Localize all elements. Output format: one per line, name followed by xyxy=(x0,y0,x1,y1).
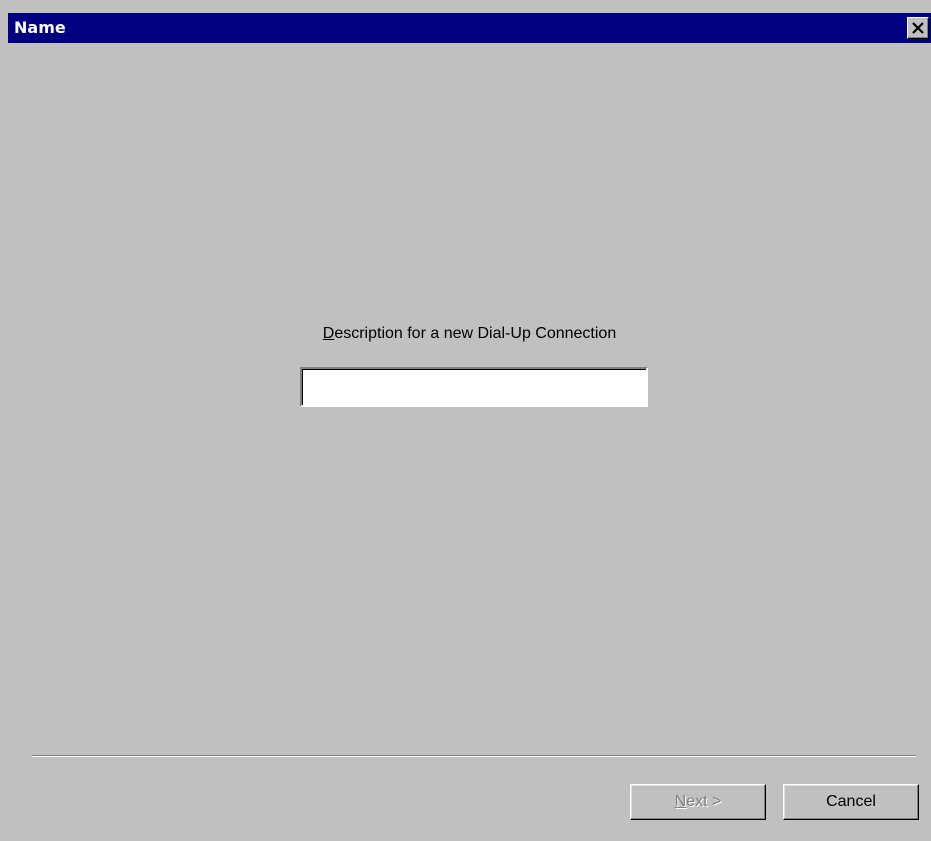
dialog-window: Name Description for a new Dial-Up Conne… xyxy=(0,0,931,841)
window-title: Name xyxy=(14,18,66,37)
next-button[interactable]: Next > xyxy=(630,784,766,820)
next-button-mnemonic: N xyxy=(674,793,687,810)
close-icon xyxy=(912,22,924,34)
close-button[interactable] xyxy=(907,17,929,39)
cancel-button[interactable]: Cancel xyxy=(783,784,919,820)
description-label: Description for a new Dial-Up Connection xyxy=(8,325,931,343)
next-button-label: ext > xyxy=(686,793,722,810)
title-bar[interactable]: Name xyxy=(8,13,931,43)
separator-line xyxy=(32,755,916,757)
description-label-text: escription for a new Dial-Up Connection xyxy=(334,325,617,342)
description-input[interactable] xyxy=(300,367,648,407)
dialog-content: Description for a new Dial-Up Connection… xyxy=(8,43,931,841)
description-label-mnemonic: D xyxy=(322,325,335,342)
